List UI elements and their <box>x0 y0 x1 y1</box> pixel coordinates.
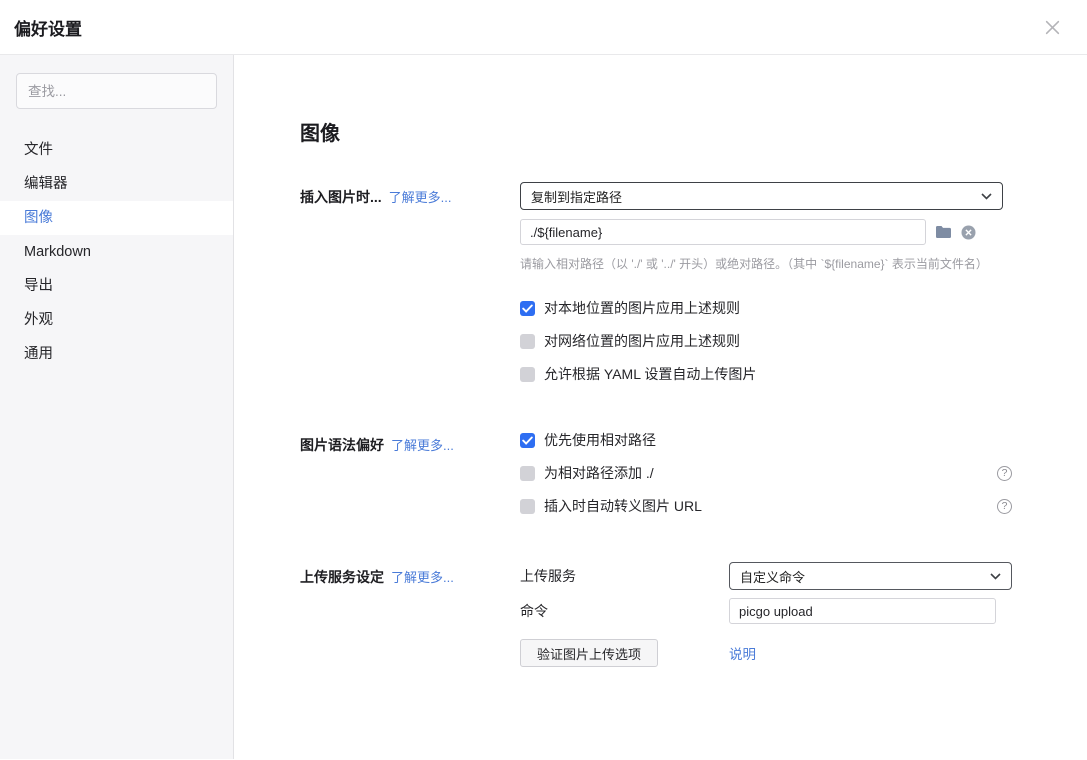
command-input[interactable] <box>729 598 996 624</box>
search-input[interactable] <box>16 73 217 109</box>
command-label: 命令 <box>520 601 729 621</box>
select-value: 复制到指定路径 <box>531 187 622 206</box>
learn-more-link[interactable]: 了解更多... <box>391 438 454 453</box>
window-title: 偏好设置 <box>14 15 82 40</box>
section-insert-header: 插入图片时... 了解更多... <box>300 182 520 384</box>
validate-upload-button[interactable]: 验证图片上传选项 <box>520 639 658 667</box>
note-link[interactable]: 说明 <box>729 643 756 663</box>
section-upload-service: 上传服务设定了解更多... 上传服务 自定义命令 命令 验证图片上传选项 <box>300 562 1027 674</box>
sidebar-item-appearance[interactable]: 外观 <box>0 303 233 337</box>
help-icon[interactable]: ? <box>997 466 1012 481</box>
clear-icon[interactable] <box>961 225 976 240</box>
sidebar-item-editor[interactable]: 编辑器 <box>0 167 233 201</box>
folder-icon[interactable] <box>935 225 952 239</box>
checkbox-label: 为相对路径添加 ./ <box>544 463 654 483</box>
checkbox-add-dot-slash[interactable]: 为相对路径添加 ./ ? <box>520 463 1012 483</box>
upload-actions-row: 验证图片上传选项 说明 <box>520 639 1012 667</box>
section-syntax-header: 图片语法偏好了解更多... <box>300 430 520 516</box>
validate-button-slot: 验证图片上传选项 <box>520 639 729 667</box>
titlebar: 偏好设置 <box>0 0 1087 55</box>
section-image-syntax: 图片语法偏好了解更多... 优先使用相对路径 为相对路径添加 ./ <box>300 430 1027 516</box>
checkbox-box[interactable] <box>520 367 535 382</box>
checkmark-icon <box>522 304 533 313</box>
sidebar-nav: 文件 编辑器 图像 Markdown 导出 外观 通用 <box>0 133 233 371</box>
checkbox-apply-local-images[interactable]: 对本地位置的图片应用上述规则 <box>520 298 1012 318</box>
checkbox-label: 允许根据 YAML 设置自动上传图片 <box>544 364 756 384</box>
sidebar-item-export[interactable]: 导出 <box>0 269 233 303</box>
image-path-input[interactable] <box>520 219 926 245</box>
checkbox-label: 插入时自动转义图片 URL <box>544 496 702 516</box>
chevron-down-icon <box>981 193 992 200</box>
upload-service-label: 上传服务 <box>520 566 729 586</box>
section-label: 图片语法偏好 <box>300 437 384 453</box>
checkbox-yaml-auto-upload[interactable]: 允许根据 YAML 设置自动上传图片 <box>520 364 1012 384</box>
checkbox-box[interactable] <box>520 301 535 316</box>
image-path-row <box>520 219 1012 245</box>
section-insert-controls: 复制到指定路径 请输入相对路径（以 './' 或 '../' 开头）或绝对路径。… <box>520 182 1012 384</box>
upload-command-row: 命令 <box>520 597 1012 625</box>
checkmark-icon <box>522 436 533 445</box>
learn-more-link[interactable]: 了解更多... <box>391 570 454 585</box>
upload-service-row: 上传服务 自定义命令 <box>520 562 1012 590</box>
help-icon[interactable]: ? <box>997 499 1012 514</box>
checkbox-escape-image-url[interactable]: 插入时自动转义图片 URL ? <box>520 496 1012 516</box>
path-hint: 请输入相对路径（以 './' 或 '../' 开头）或绝对路径。（其中 `${f… <box>520 255 1012 272</box>
insert-action-select[interactable]: 复制到指定路径 <box>520 182 1003 210</box>
preferences-window: 文件 编辑器 图像 Markdown 导出 外观 通用 图像 插入图片时... 了… <box>0 55 1087 759</box>
checkbox-box[interactable] <box>520 466 535 481</box>
sidebar-search-wrap <box>0 73 233 109</box>
checkbox-box[interactable] <box>520 499 535 514</box>
insert-checkbox-group: 对本地位置的图片应用上述规则 对网络位置的图片应用上述规则 允许根据 YAML … <box>520 298 1012 384</box>
sidebar-item-image[interactable]: 图像 <box>0 201 233 235</box>
chevron-down-icon <box>990 573 1001 580</box>
sidebar: 文件 编辑器 图像 Markdown 导出 外观 通用 <box>0 55 234 759</box>
section-upload-controls: 上传服务 自定义命令 命令 验证图片上传选项 说明 <box>520 562 1012 674</box>
section-syntax-controls: 优先使用相对路径 为相对路径添加 ./ ? 插入时自动转义图片 URL <box>520 430 1012 516</box>
section-upload-header: 上传服务设定了解更多... <box>300 562 520 674</box>
checkbox-prefer-relative-path[interactable]: 优先使用相对路径 <box>520 430 1012 450</box>
close-icon[interactable] <box>1040 15 1065 40</box>
select-value: 自定义命令 <box>740 567 805 586</box>
sidebar-item-file[interactable]: 文件 <box>0 133 233 167</box>
checkbox-label: 对网络位置的图片应用上述规则 <box>544 331 740 351</box>
checkbox-label: 优先使用相对路径 <box>544 430 656 450</box>
checkbox-apply-web-images[interactable]: 对网络位置的图片应用上述规则 <box>520 331 1012 351</box>
upload-service-select[interactable]: 自定义命令 <box>729 562 1012 590</box>
image-settings-panel: 图像 插入图片时... 了解更多... 复制到指定路径 <box>234 55 1087 759</box>
sidebar-item-markdown[interactable]: Markdown <box>0 235 233 269</box>
checkbox-box[interactable] <box>520 433 535 448</box>
page-title: 图像 <box>300 117 1027 146</box>
section-insert-image: 插入图片时...了解更多... 复制到指定路径 请输入相对路径（以 './' 或 <box>300 182 1027 384</box>
checkbox-box[interactable] <box>520 334 535 349</box>
syntax-checkbox-group: 优先使用相对路径 为相对路径添加 ./ ? 插入时自动转义图片 URL <box>520 430 1012 516</box>
learn-more-link[interactable]: 了解更多... <box>389 190 452 205</box>
section-label: 上传服务设定 <box>300 569 384 585</box>
sidebar-item-general[interactable]: 通用 <box>0 337 233 371</box>
checkbox-label: 对本地位置的图片应用上述规则 <box>544 298 740 318</box>
section-label: 插入图片时... <box>300 189 382 205</box>
